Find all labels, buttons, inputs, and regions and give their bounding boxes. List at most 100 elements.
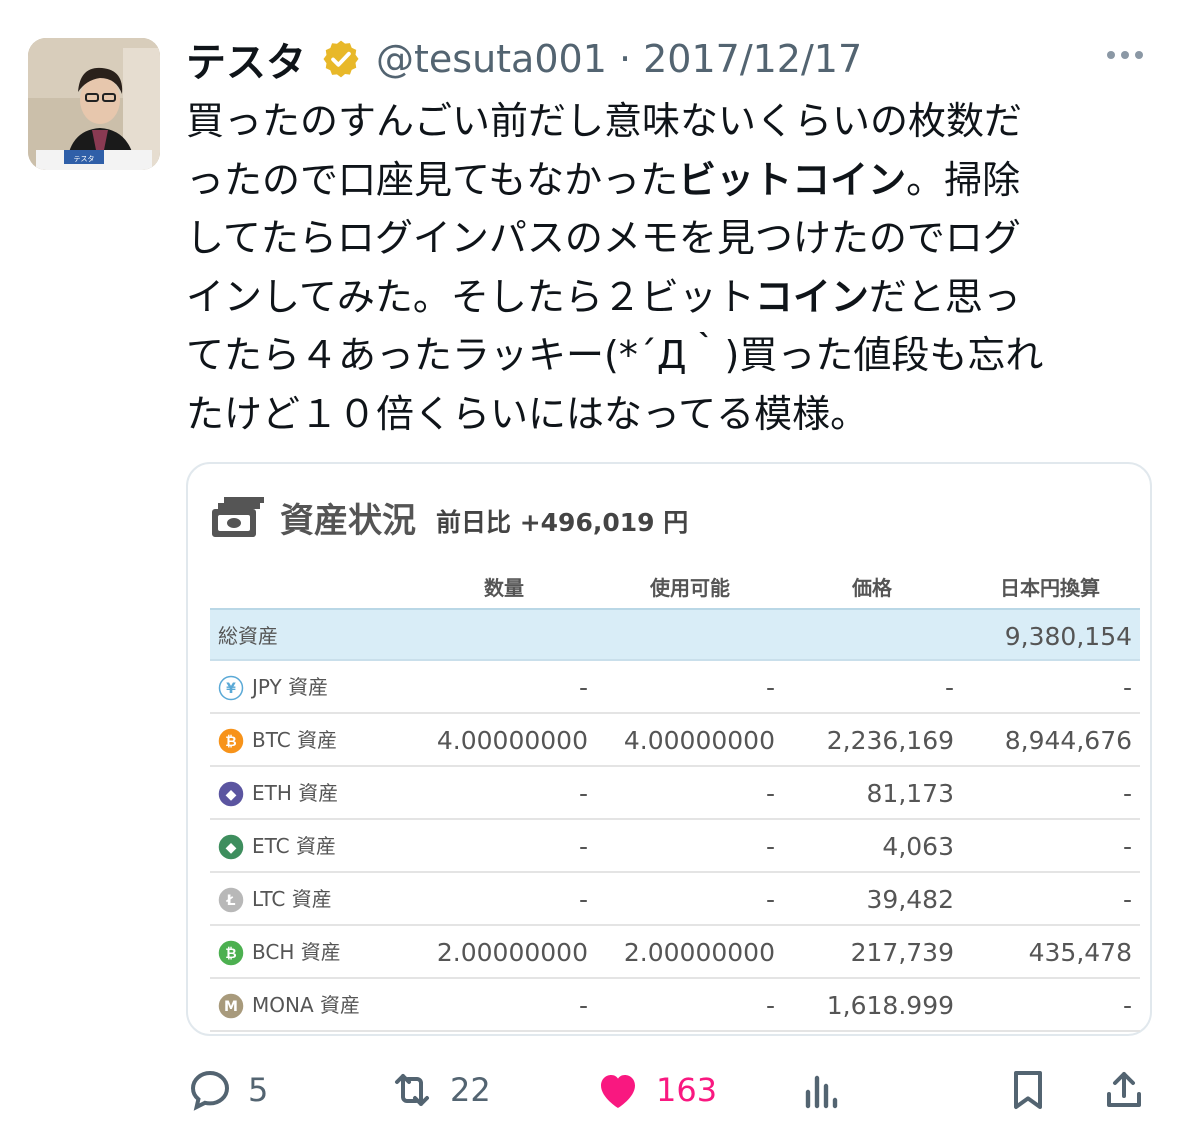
tweet-text-line: インしてみた。そしたら２ビットコインだと思っ	[186, 268, 1146, 327]
asset-quantity: -	[578, 779, 588, 808]
asset-quantity: -	[578, 885, 588, 914]
asset-label-cell: ₿ BTC 資産	[218, 714, 337, 767]
asset-label-cell: ₿ BCH 資産	[218, 926, 341, 979]
column-header-available: 使用可能	[650, 576, 730, 600]
total-assets-row: 総資産 9,380,154	[210, 608, 1140, 661]
retweet-icon	[395, 1074, 429, 1106]
asset-jpy-value: -	[1122, 832, 1132, 861]
heart-filled-icon	[601, 1075, 635, 1108]
retweet-button[interactable]: 22	[388, 1060, 491, 1120]
asset-label: MONA 資産	[252, 993, 360, 1017]
asset-label-cell: M MONA 資産	[218, 979, 360, 1032]
bitcoin-cash-coin-icon: ₿	[218, 940, 244, 965]
tweet-text-line: てたら４あったラッキー(*´Д｀)買った値段も忘れ	[186, 326, 1146, 385]
tweet-text-line: たけど１０倍くらいにはなってる模様。	[186, 385, 1146, 444]
tweet-text-segment: 。掃除	[906, 157, 1021, 202]
asset-label-cell: Ł LTC 資産	[218, 873, 332, 926]
asset-price: 2,236,169	[826, 726, 954, 755]
tweet-text-segment: 買ったのすんごい前だし意味ないくらいの枚数だ	[186, 99, 1023, 143]
total-assets-label: 総資産	[218, 624, 278, 648]
tweet-text-segment: してたらログインパスのメモを見つけたのでログ	[186, 216, 1021, 260]
reply-button[interactable]: 5	[186, 1060, 268, 1120]
asset-available: -	[765, 885, 775, 914]
tweet-text: 買ったのすんごい前だし意味ないくらいの枚数だ ったので口座見てもなかったビットコイ…	[186, 92, 1146, 443]
svg-text:◆: ◆	[226, 787, 237, 803]
asset-row: ₿ BCH 資産 2.00000000 2.00000000 217,739 435,47…	[210, 926, 1140, 979]
like-count: 163	[656, 1071, 718, 1109]
tweet-text-line: 買ったのすんごい前だし意味ないくらいの枚数だ	[186, 92, 1146, 151]
asset-price: 81,173	[866, 779, 954, 808]
asset-quantity: -	[578, 673, 588, 702]
more-options-icon[interactable]	[1104, 40, 1146, 70]
tweet-text-bold: コイン	[754, 274, 869, 319]
action-bar: 5 22 163	[0, 1060, 1179, 1120]
asset-jpy-value: -	[1122, 885, 1132, 914]
asset-jpy-value: 8,944,676	[1004, 726, 1132, 755]
ethereum-classic-coin-icon: ◆	[218, 834, 244, 859]
daily-change: 前日比 +496,019 円	[436, 508, 689, 537]
asset-row: Ł LTC 資産 - - 39,482 -	[210, 873, 1140, 926]
tweet-text-segment: だと思っ	[868, 274, 1021, 319]
tweet-text-segment: てたら４あったラッキー(*´Д｀)買った値段も忘れ	[186, 333, 1044, 377]
asset-price: 217,739	[850, 938, 954, 967]
asset-price: 39,482	[866, 885, 954, 914]
asset-price: 4,063	[882, 832, 954, 861]
bookmark-button[interactable]	[1004, 1060, 1052, 1120]
asset-row: ¥ JPY 資産 - - - -	[210, 661, 1140, 714]
column-header-quantity: 数量	[484, 576, 524, 600]
asset-label: LTC 資産	[252, 887, 332, 911]
author-name[interactable]: テスタ	[186, 30, 306, 88]
tweet-text-segment: インしてみた。そしたら２ビット	[186, 274, 755, 319]
asset-row: ₿ BTC 資産 4.00000000 4.00000000 2,236,169 8,94…	[210, 714, 1140, 767]
asset-jpy-value: -	[1122, 779, 1132, 808]
tweet-header: テスタ @tesuta001 · 2017/12/17	[186, 34, 862, 86]
views-bar-chart-icon	[805, 1075, 838, 1109]
avatar-photo: テスタ	[28, 38, 160, 170]
asset-status-header: 資産状況 前日比 +496,019 円	[210, 492, 688, 542]
asset-available: -	[765, 991, 775, 1020]
asset-available: -	[765, 832, 775, 861]
asset-price: 1,618.999	[826, 991, 954, 1020]
yen-coin-icon: ¥	[218, 675, 244, 700]
like-button[interactable]: 163	[594, 1060, 717, 1120]
column-header-price: 価格	[852, 576, 892, 600]
asset-quantity: -	[578, 832, 588, 861]
asset-available: -	[765, 673, 775, 702]
column-header-jpy: 日本円換算	[1000, 576, 1100, 600]
svg-text:M: M	[224, 999, 238, 1015]
avatar[interactable]: テスタ	[28, 38, 160, 170]
retweet-count: 22	[450, 1071, 491, 1109]
monacoin-coin-icon: M	[218, 993, 244, 1018]
asset-available: 4.00000000	[623, 726, 775, 755]
tweet-text-bold: ビットコイン	[678, 157, 907, 202]
handle-and-date[interactable]: @tesuta001 · 2017/12/17	[376, 37, 862, 81]
svg-text:¥: ¥	[226, 681, 236, 697]
asset-quantity: 2.00000000	[436, 938, 588, 967]
tweet-text-line: ったので口座見てもなかったビットコイン。掃除	[186, 151, 1146, 210]
asset-label: BCH 資産	[252, 940, 341, 964]
wallet-icon	[212, 497, 264, 537]
asset-price: -	[944, 673, 954, 702]
asset-row: M MONA 資産 - - 1,618.999 -	[210, 979, 1140, 1032]
share-button[interactable]	[1100, 1060, 1148, 1120]
asset-label-cell: ¥ JPY 資産	[218, 661, 328, 714]
share-icon	[1107, 1072, 1141, 1107]
total-assets-jpy: 9,380,154	[1004, 622, 1132, 651]
asset-jpy-value: -	[1122, 673, 1132, 702]
bitcoin-coin-icon: ₿	[218, 728, 244, 753]
asset-available: -	[765, 779, 775, 808]
svg-text:₿: ₿	[225, 946, 236, 962]
avatar-nameplate: テスタ	[74, 154, 95, 163]
tweet-text-segment: たけど１０倍くらいにはなってる模様。	[186, 391, 869, 436]
tweet-text-line: してたらログインパスのメモを見つけたのでログ	[186, 209, 1146, 268]
svg-text:◆: ◆	[226, 840, 237, 856]
asset-quantity: 4.00000000	[436, 726, 588, 755]
asset-label: ETH 資産	[252, 781, 339, 805]
asset-label: JPY 資産	[252, 675, 329, 699]
verified-badge-icon[interactable]	[320, 38, 362, 80]
bookmark-icon	[1014, 1071, 1042, 1109]
asset-row: ◆ ETC 資産 - - 4,063 -	[210, 820, 1140, 873]
ethereum-coin-icon: ◆	[218, 781, 244, 806]
tweet-text-segment: ったので口座見てもなかった	[186, 157, 679, 202]
views-button[interactable]	[798, 1060, 846, 1120]
